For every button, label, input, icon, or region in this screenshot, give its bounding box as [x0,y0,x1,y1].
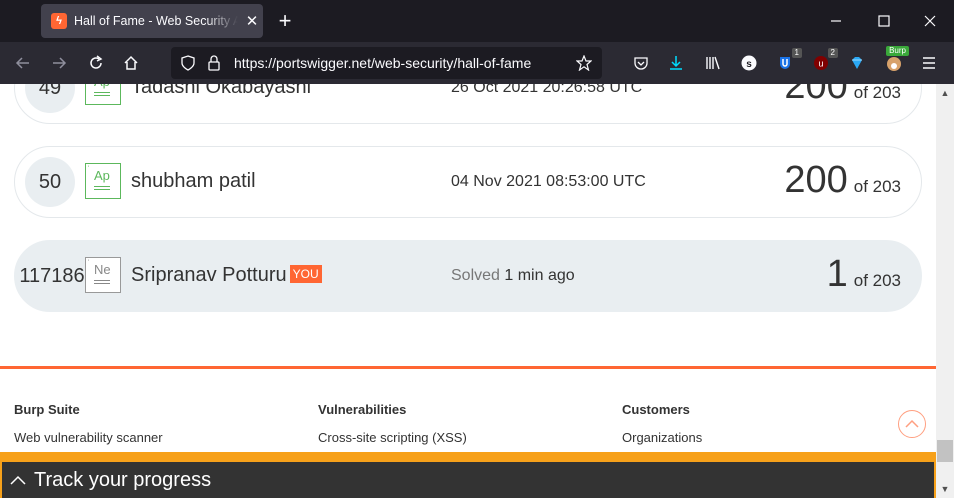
element-badge-icon: ' Ne [85,257,121,293]
new-tab-button[interactable]: + [274,10,296,32]
user-name: shubham patil [131,170,256,192]
score: 200 of 203 [784,84,901,108]
bookmark-star-icon[interactable] [573,52,595,74]
score-total: of 203 [853,84,901,102]
footer-heading: Burp Suite [14,402,80,417]
rank-badge: 50 [25,157,75,207]
score-total: of 203 [853,271,901,290]
adblock-icon[interactable]: u 2 [810,48,838,74]
score-total: of 203 [853,177,901,196]
s-extension-icon[interactable]: s [738,52,760,74]
lock-icon[interactable] [203,52,225,74]
tab-bar: ϟ Hall of Fame - Web Security Academy ✕ … [0,0,954,42]
score-value: 200 [784,159,848,201]
footer-link[interactable]: Web vulnerability scanner [14,430,163,445]
user-name: Sripranav Potturu YOU [131,264,322,287]
adblock-badge: 2 [827,48,838,58]
close-tab-icon[interactable]: ✕ [244,12,260,30]
chevron-up-icon[interactable] [10,475,26,485]
menu-hamburger-icon[interactable] [918,52,940,74]
scroll-to-top-icon[interactable] [898,410,926,438]
forward-arrow-icon[interactable] [48,52,70,74]
score-value: 200 [784,84,848,107]
url-text[interactable]: https://portswigger.net/web-security/hal… [234,55,531,71]
burp-extension-icon[interactable]: Burp [883,46,909,74]
completion-date: 26 Oct 2021 20:26:58 UTC [451,84,643,96]
back-arrow-icon[interactable] [12,52,34,74]
element-symbol: Ne [94,262,111,277]
burp-favicon-icon: ϟ [51,13,67,29]
element-badge-icon: 'Ap [85,163,121,199]
footer-link[interactable]: Cross-site scripting (XSS) [318,430,467,445]
browser-window: ϟ Hall of Fame - Web Security Academy ✕ … [0,0,954,498]
page-content: 49 'Ap Tadashi Okabayashi 26 Oct 2021 20… [0,84,936,498]
element-badge-icon: 'Ap [85,84,121,105]
you-badge: YOU [289,265,322,283]
ublock-icon[interactable]: 1 [774,48,802,74]
burp-badge: Burp [886,46,909,56]
leaderboard-row: 49 'Ap Tadashi Okabayashi 26 Oct 2021 20… [14,84,922,124]
footer-column-burp-suite: Burp Suite Web vulnerability scanner [14,402,163,445]
reload-icon[interactable] [85,52,107,74]
tab-title: Hall of Fame - Web Security Academy [74,14,238,28]
footer-heading: Customers [622,402,690,417]
maximize-icon[interactable] [873,10,895,32]
solved-label: Solved [451,267,500,284]
library-icon[interactable] [702,52,724,74]
download-icon[interactable] [665,52,687,74]
score: 200 of 203 [784,159,901,202]
rank-badge: 117186 [19,264,85,287]
svg-text:s: s [746,59,752,70]
footer-column-customers: Customers Organizations [622,402,702,445]
scrollbar-thumb[interactable] [937,440,953,462]
tab-hall-of-fame[interactable]: ϟ Hall of Fame - Web Security Academy ✕ [41,4,263,38]
shield-icon[interactable] [177,52,199,74]
user-name-text: Sripranav Potturu [131,264,287,286]
footer-column-vulnerabilities: Vulnerabilities Cross-site scripting (XS… [318,402,467,445]
minimize-icon[interactable] [825,10,847,32]
track-progress-panel[interactable]: Track your progress [0,452,936,498]
solved-status: Solved 1 min ago [451,267,575,285]
ublock-badge: 1 [791,48,802,58]
footer-heading: Vulnerabilities [318,402,407,417]
svg-text:u: u [818,59,823,69]
footer-divider [0,366,936,369]
solved-time: 1 min ago [504,267,575,284]
leaderboard-row: 50 ' Ap shubham patil 04 Nov 2021 08:53:0… [14,146,922,218]
completion-date: 04 Nov 2021 08:53:00 UTC [451,173,646,190]
footer-link[interactable]: Organizations [622,430,702,445]
user-name: Tadashi Okabayashi [131,84,312,98]
gem-icon[interactable] [846,52,868,74]
pocket-icon[interactable] [630,52,652,74]
scroll-down-arrow-icon[interactable]: ▼ [936,480,954,498]
home-icon[interactable] [120,52,142,74]
score: 1 of 203 [827,253,901,296]
url-bar[interactable]: https://portswigger.net/web-security/hal… [171,47,602,79]
vertical-scrollbar[interactable]: ▲ ▼ [936,84,954,498]
element-symbol: Ap [94,168,110,183]
navigation-bar: https://portswigger.net/web-security/hal… [0,42,954,84]
rank-badge: 49 [25,84,75,113]
scroll-up-arrow-icon[interactable]: ▲ [936,84,954,102]
close-window-icon[interactable] [919,10,941,32]
your-leaderboard-row: 117186 ' Ne Sripranav Potturu YOU Solved 1… [14,240,922,312]
element-symbol: Ap [94,84,110,89]
track-progress-label: Track your progress [34,468,212,491]
score-value: 1 [826,253,848,295]
